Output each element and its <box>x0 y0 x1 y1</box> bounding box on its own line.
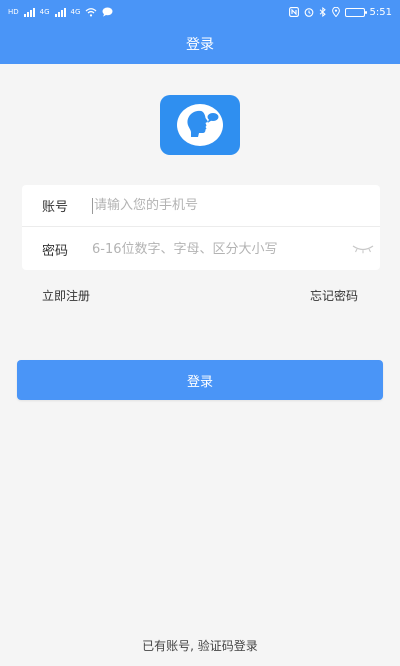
page-title: 登录 <box>186 37 214 53</box>
eye-closed-icon[interactable] <box>346 234 380 264</box>
location-icon <box>331 7 340 17</box>
battery-icon <box>344 7 367 17</box>
text-cursor <box>92 197 93 214</box>
bluetooth-icon <box>319 7 326 17</box>
login-button[interactable]: 登录 <box>17 360 383 400</box>
account-input[interactable] <box>94 190 380 221</box>
register-link[interactable]: 立即注册 <box>42 287 90 304</box>
account-row: 账号 <box>22 185 380 227</box>
app-logo <box>160 95 240 155</box>
password-input[interactable] <box>92 234 346 264</box>
alarm-icon <box>304 8 313 17</box>
login-form-card: 账号 密码 <box>22 185 380 270</box>
status-bar: HD 4G 4G 5:51 <box>0 0 400 24</box>
password-label: 密码 <box>42 243 69 259</box>
sms-login-link[interactable]: 已有账号, 验证码登录 <box>0 637 400 654</box>
network-label-4g-2: 4G <box>70 7 81 16</box>
account-label: 账号 <box>42 200 69 215</box>
status-right: 5:51 <box>288 6 392 18</box>
wifi-icon <box>86 8 97 17</box>
network-label-4g: 4G <box>39 7 50 16</box>
status-time: 5:51 <box>369 6 392 18</box>
nfc-icon <box>288 7 299 17</box>
network-label-hd: HD <box>8 7 19 16</box>
speech-bubble-head-icon <box>177 104 223 146</box>
signal-icon <box>23 7 35 17</box>
signal-icon-2 <box>54 7 66 17</box>
forgot-password-link[interactable]: 忘记密码 <box>310 287 358 304</box>
password-row: 密码 <box>22 228 380 270</box>
header: 登录 <box>0 24 400 64</box>
status-left: HD 4G 4G <box>8 7 113 17</box>
message-icon <box>102 7 113 17</box>
auth-links: 立即注册 忘记密码 <box>42 287 358 304</box>
